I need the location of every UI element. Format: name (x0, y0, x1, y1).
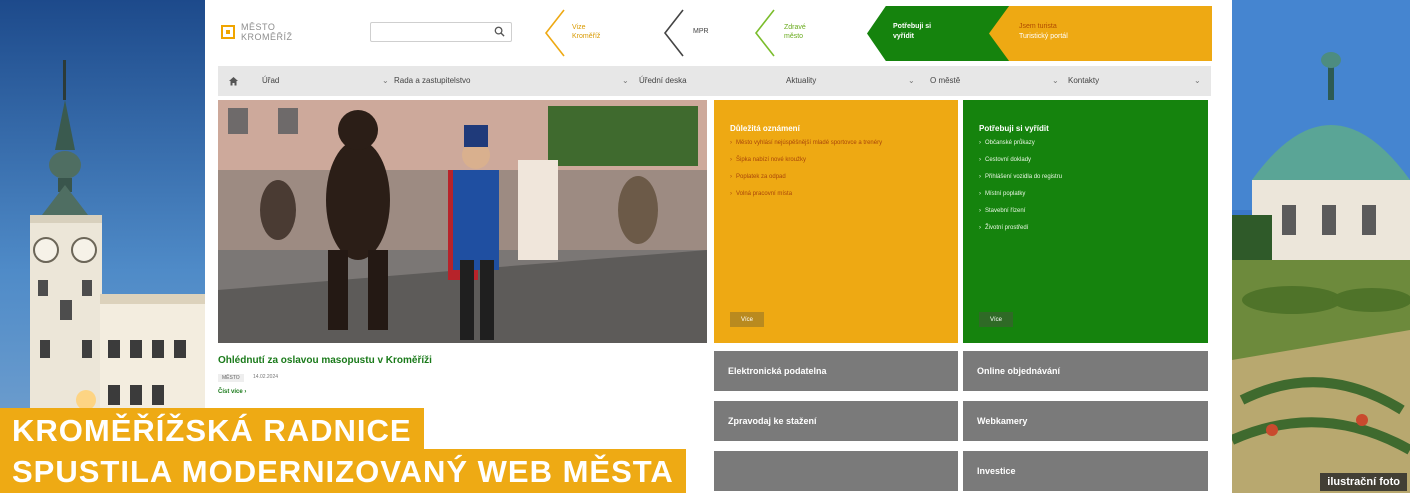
services-panel: Potřebuji si vyřídit › Občanské průkazy ›… (963, 100, 1208, 343)
site-header: MĚSTO KROMĚŘÍŽ Vize Kroměříž MPR Zdravé … (205, 0, 1232, 66)
service-label: Občanské průkazy (985, 140, 1035, 146)
tab-label: Potřebuji si (893, 23, 932, 30)
nav-item-o-meste[interactable]: O městě (930, 76, 960, 85)
read-more-link[interactable]: Číst více › (218, 389, 246, 395)
chevron-right-icon: › (730, 191, 732, 197)
announcements-panel: Důležitá oznámení › Město vyhlásí nejúspě… (714, 100, 958, 343)
announcement-label: Poplatek za odpad (736, 174, 786, 180)
announcements-more-button[interactable]: Více (730, 312, 764, 327)
chevron-left-icon (544, 9, 565, 57)
tab-label: Jsem turista (1019, 23, 1057, 30)
quick-link-label: MPR (693, 28, 709, 35)
logo-wordmark: MĚSTO KROMĚŘÍŽ (241, 22, 293, 42)
news-photo[interactable] (218, 100, 707, 343)
chevron-left-icon (754, 9, 775, 57)
tile-investice[interactable]: Investice (963, 451, 1208, 491)
chevron-right-icon: › (730, 140, 732, 146)
service-item[interactable]: › Občanské průkazy (979, 139, 1194, 147)
chevron-right-icon: › (730, 157, 732, 163)
news-title[interactable]: Ohlédnutí za oslavou masopustu v Kroměří… (218, 355, 432, 366)
home-icon[interactable] (218, 76, 248, 86)
service-item[interactable]: › Cestovní doklady (979, 156, 1194, 164)
tab-jsem-turista[interactable]: Jsem turista Turistický portál (989, 6, 1212, 61)
read-more-label: Číst více (218, 389, 243, 395)
quick-link-label: město (784, 33, 804, 40)
service-item[interactable]: › Místní poplatky (979, 190, 1194, 198)
service-label: Životní prostředí (985, 225, 1029, 231)
main-navigation: Úřad ⌄ Rada a zastupitelstvo ⌄ Úřední de… (218, 66, 1211, 96)
chevron-right-icon: › (979, 140, 981, 146)
logo-line-2: KROMĚŘÍŽ (241, 32, 293, 42)
announcement-item[interactable]: › Poplatek za odpad (730, 173, 944, 181)
photo-caption-badge: ilustrační foto (1320, 473, 1407, 491)
nav-item-rada[interactable]: Rada a zastupitelstvo (394, 76, 471, 85)
nav-item-urad[interactable]: Úřad (262, 76, 279, 85)
service-item[interactable]: › Přihlášení vozidla do registru (979, 173, 1194, 181)
chevron-down-icon[interactable]: ⌄ (908, 76, 915, 85)
service-item[interactable]: › Životní prostředí (979, 224, 1194, 232)
services-title: Potřebuji si vyřídit (979, 124, 1049, 133)
service-label: Místní poplatky (985, 191, 1026, 197)
chevron-right-icon: › (244, 389, 247, 395)
quick-link-mpr[interactable]: MPR (693, 27, 709, 36)
rotunda-garden-illustration (1232, 0, 1410, 493)
tile-elektronicka-podatelna[interactable]: Elektronická podatelna (714, 351, 958, 391)
chevron-right-icon: › (979, 208, 981, 214)
chevron-right-icon: › (979, 225, 981, 231)
news-date: 14.02.2024 (253, 374, 279, 380)
services-more-button[interactable]: Více (979, 312, 1013, 327)
service-label: Stavební řízení (985, 208, 1026, 214)
nav-item-kontakty[interactable]: Kontakty (1068, 76, 1099, 85)
announcement-label: Město vyhlásí nejúspěšnější mladé sporto… (736, 140, 883, 146)
news-category-badge: MĚSTO (218, 374, 244, 382)
chevron-right-icon: › (979, 157, 981, 163)
announcement-label: Volná pracovní místa (736, 191, 793, 197)
announcement-item[interactable]: › Město vyhlásí nejúspěšnější mladé sport… (730, 139, 944, 147)
chevron-down-icon[interactable]: ⌄ (1052, 76, 1059, 85)
quick-link-zdrave-mesto[interactable]: Zdravé město (784, 23, 806, 41)
tile-webkamery[interactable]: Webkamery (963, 401, 1208, 441)
service-label: Cestovní doklady (985, 157, 1032, 163)
announcements-title: Důležitá oznámení (730, 124, 800, 133)
chevron-right-icon: › (979, 191, 981, 197)
chevron-right-icon: › (979, 174, 981, 180)
tile-online-objednavani[interactable]: Online objednávání (963, 351, 1208, 391)
service-item[interactable]: › Stavební řízení (979, 207, 1194, 215)
chevron-down-icon[interactable]: ⌄ (1194, 76, 1201, 85)
chevron-down-icon[interactable]: ⌄ (622, 76, 629, 85)
carnival-parade-illustration (218, 100, 707, 343)
nav-item-uredni-deska[interactable]: Úřední deska (639, 76, 687, 85)
chevron-down-icon[interactable]: ⌄ (382, 76, 389, 85)
tab-label: vyřídit (893, 33, 915, 40)
headline-line-1: KROMĚŘÍŽSKÁ RADNICE (0, 408, 424, 454)
quick-link-label: Vize (572, 24, 586, 31)
tile-zpravodaj[interactable]: Zpravodaj ke stažení (714, 401, 958, 441)
article-hero: MĚSTO KROMĚŘÍŽ Vize Kroměříž MPR Zdravé … (0, 0, 1410, 493)
quick-link-label: Zdravé (784, 24, 806, 31)
announcement-label: Šipka nabízí nové kroužky (736, 157, 807, 163)
quick-link-label: Kroměříž (572, 33, 601, 40)
logo-line-1: MĚSTO (241, 22, 276, 32)
service-label: Přihlášení vozidla do registru (985, 174, 1063, 180)
tab-label: Turistický portál (1019, 33, 1068, 40)
announcement-item[interactable]: › Šipka nabízí nové kroužky (730, 156, 944, 164)
chevron-right-icon: › (730, 174, 732, 180)
rotunda-photo: ilustrační foto (1232, 0, 1410, 493)
search-box[interactable] (370, 22, 512, 43)
logo-mark-icon (221, 25, 235, 39)
search-input[interactable] (371, 24, 489, 43)
site-logo[interactable]: MĚSTO KROMĚŘÍŽ (221, 22, 293, 42)
nav-item-aktuality[interactable]: Aktuality (786, 76, 816, 85)
search-icon[interactable] (494, 26, 505, 37)
headline-line-2: SPUSTILA MODERNIZOVANÝ WEB MĚSTA (0, 449, 686, 493)
announcement-item[interactable]: › Volná pracovní místa (730, 190, 944, 198)
quick-link-vize[interactable]: Vize Kroměříž (572, 23, 600, 41)
tile-blank[interactable] (714, 451, 958, 491)
chevron-left-icon (663, 9, 684, 57)
